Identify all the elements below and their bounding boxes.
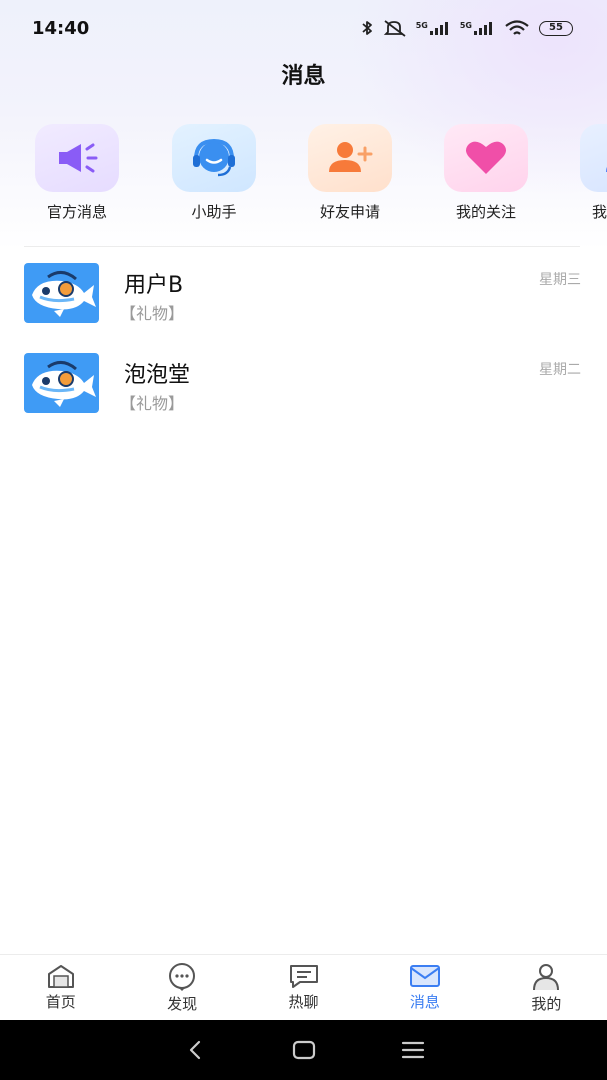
network-type-1: 5G	[415, 21, 428, 30]
system-navigation-bar	[0, 1020, 607, 1080]
tab-hot-chat[interactable]: 热聊	[243, 955, 364, 1020]
quick-entry-assistant[interactable]: 小助手	[154, 124, 274, 222]
conversation-item[interactable]: 用户B 【礼物】 星期三	[0, 263, 607, 351]
quick-entry-friend-request[interactable]: 好友申请	[290, 124, 410, 222]
signal-bars-icon	[429, 22, 448, 35]
avatar	[24, 263, 99, 323]
quick-entry-label: 我的粉丝	[591, 203, 607, 221]
quick-entries: 官方消息 小助手 好友申请 我的关注 我	[0, 124, 607, 234]
quick-entry-fans[interactable]: 我的粉丝	[562, 124, 607, 222]
signal-1: 5G	[416, 21, 451, 35]
home-icon	[47, 965, 74, 988]
mute-icon	[383, 20, 406, 37]
add-friend-icon	[329, 142, 373, 172]
conversation-time: 星期三	[539, 272, 581, 288]
fish-mascot-icon	[32, 271, 96, 317]
discover-icon	[169, 963, 196, 991]
conversation-preview: 【礼物】	[120, 394, 185, 413]
quick-entry-following[interactable]: 我的关注	[426, 124, 546, 222]
tab-label: 我的	[531, 995, 562, 1013]
battery-indicator: 55	[539, 20, 573, 36]
page-title: 消息	[281, 64, 326, 89]
bottom-tab-bar: 首页 发现 热聊 消息 我的	[0, 954, 607, 1020]
quick-entry-label: 我的关注	[455, 203, 516, 221]
bluetooth-icon	[362, 21, 372, 35]
tab-discover[interactable]: 发现	[121, 955, 242, 1020]
avatar	[24, 353, 99, 413]
home-button-icon[interactable]	[292, 1038, 316, 1062]
mail-icon	[409, 965, 440, 987]
back-icon[interactable]	[183, 1038, 207, 1062]
conversation-time: 星期二	[539, 362, 581, 378]
tab-profile[interactable]: 我的	[486, 955, 607, 1020]
signal-2: 5G	[460, 21, 495, 35]
conversation-item[interactable]: 泡泡堂 【礼物】 星期二	[0, 353, 607, 441]
profile-icon	[533, 964, 560, 991]
section-divider	[24, 246, 580, 247]
conversation-name: 用户B	[124, 273, 184, 298]
quick-tile	[35, 124, 119, 192]
status-bar: 14:40 5G 5G 55	[0, 0, 607, 56]
conversation-name: 泡泡堂	[124, 363, 191, 388]
signal-bars-icon	[474, 22, 492, 35]
heart-icon	[466, 141, 506, 174]
fish-mascot-icon	[32, 361, 96, 407]
quick-tile	[172, 124, 256, 192]
quick-entry-official[interactable]: 官方消息	[17, 124, 137, 222]
wifi-icon	[505, 20, 529, 35]
tab-label: 首页	[45, 993, 76, 1011]
network-type-2: 5G	[459, 21, 472, 30]
tab-label: 发现	[167, 995, 198, 1013]
quick-entry-label: 小助手	[191, 203, 237, 221]
quick-entry-label: 好友申请	[319, 203, 380, 221]
quick-entry-label: 官方消息	[46, 203, 107, 221]
conversation-preview: 【礼物】	[120, 304, 185, 323]
menu-icon[interactable]	[401, 1038, 425, 1062]
status-time: 14:40	[32, 17, 90, 39]
quick-tile	[308, 124, 392, 192]
tab-label: 热聊	[288, 993, 319, 1011]
megaphone-icon	[59, 143, 98, 173]
quick-tile	[580, 124, 607, 192]
user-icon	[606, 166, 607, 172]
quick-tile	[444, 124, 528, 192]
status-icons: 5G 5G 55	[360, 19, 573, 37]
hot-chat-icon	[289, 965, 318, 988]
tab-messages[interactable]: 消息	[364, 955, 485, 1020]
tab-home[interactable]: 首页	[0, 955, 121, 1020]
tab-label: 消息	[409, 993, 440, 1011]
headset-icon	[193, 138, 235, 177]
